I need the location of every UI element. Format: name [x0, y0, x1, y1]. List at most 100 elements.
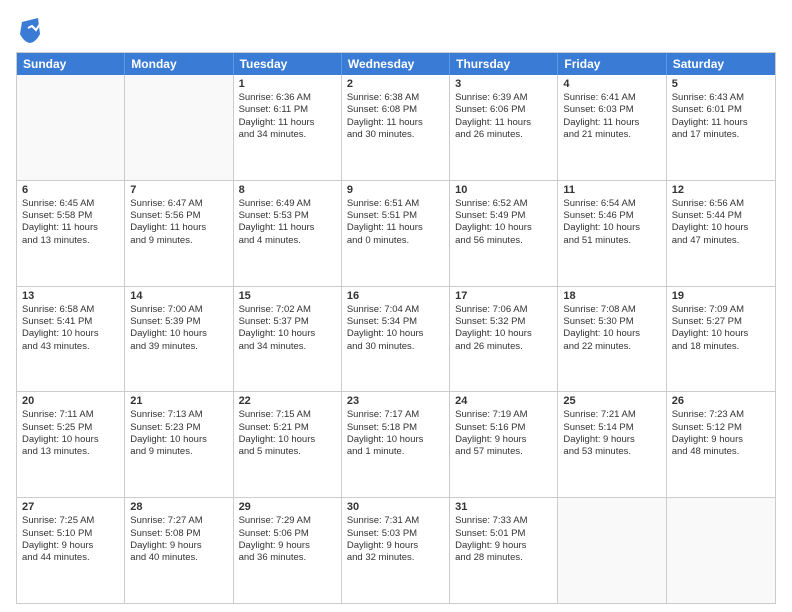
cell-text: Daylight: 11 hours: [672, 117, 770, 129]
day-cell-19: 19Sunrise: 7:09 AMSunset: 5:27 PMDayligh…: [667, 287, 775, 392]
day-cell-29: 29Sunrise: 7:29 AMSunset: 5:06 PMDayligh…: [234, 498, 342, 603]
cell-text: Sunset: 5:56 PM: [130, 210, 227, 222]
cell-text: and 26 minutes.: [455, 129, 552, 141]
cell-text: and 39 minutes.: [130, 341, 227, 353]
cell-text: and 44 minutes.: [22, 552, 119, 564]
cell-text: Sunset: 5:46 PM: [563, 210, 660, 222]
cell-text: Daylight: 10 hours: [455, 222, 552, 234]
cell-text: and 21 minutes.: [563, 129, 660, 141]
day-number: 30: [347, 501, 444, 513]
day-number: 28: [130, 501, 227, 513]
cell-text: and 13 minutes.: [22, 446, 119, 458]
day-cell-7: 7Sunrise: 6:47 AMSunset: 5:56 PMDaylight…: [125, 181, 233, 286]
cell-text: Daylight: 10 hours: [347, 434, 444, 446]
cell-text: Sunset: 5:53 PM: [239, 210, 336, 222]
cell-text: and 43 minutes.: [22, 341, 119, 353]
header-cell-monday: Monday: [125, 53, 233, 75]
day-number: 6: [22, 184, 119, 196]
cell-text: Daylight: 10 hours: [22, 434, 119, 446]
cell-text: Daylight: 9 hours: [347, 540, 444, 552]
day-number: 25: [563, 395, 660, 407]
cell-text: Sunrise: 6:38 AM: [347, 92, 444, 104]
cell-text: and 26 minutes.: [455, 341, 552, 353]
day-cell-2: 2Sunrise: 6:38 AMSunset: 6:08 PMDaylight…: [342, 75, 450, 180]
cell-text: Sunrise: 7:31 AM: [347, 515, 444, 527]
day-cell-25: 25Sunrise: 7:21 AMSunset: 5:14 PMDayligh…: [558, 392, 666, 497]
cell-text: Sunrise: 6:58 AM: [22, 304, 119, 316]
cell-text: Sunrise: 6:43 AM: [672, 92, 770, 104]
cell-text: Sunrise: 7:06 AM: [455, 304, 552, 316]
day-number: 4: [563, 78, 660, 90]
cell-text: and 18 minutes.: [672, 341, 770, 353]
day-cell-30: 30Sunrise: 7:31 AMSunset: 5:03 PMDayligh…: [342, 498, 450, 603]
cell-text: Daylight: 11 hours: [239, 222, 336, 234]
cell-text: Sunrise: 7:23 AM: [672, 409, 770, 421]
cell-text: and 47 minutes.: [672, 235, 770, 247]
day-number: 13: [22, 290, 119, 302]
day-cell-16: 16Sunrise: 7:04 AMSunset: 5:34 PMDayligh…: [342, 287, 450, 392]
cell-text: and 17 minutes.: [672, 129, 770, 141]
day-cell-4: 4Sunrise: 6:41 AMSunset: 6:03 PMDaylight…: [558, 75, 666, 180]
cell-text: Sunrise: 7:15 AM: [239, 409, 336, 421]
logo-icon: [18, 16, 42, 44]
header-cell-saturday: Saturday: [667, 53, 775, 75]
day-cell-20: 20Sunrise: 7:11 AMSunset: 5:25 PMDayligh…: [17, 392, 125, 497]
cell-text: Daylight: 10 hours: [672, 222, 770, 234]
cell-text: Daylight: 10 hours: [455, 328, 552, 340]
day-number: 31: [455, 501, 552, 513]
cell-text: Sunrise: 7:33 AM: [455, 515, 552, 527]
cell-text: Daylight: 11 hours: [347, 222, 444, 234]
header-cell-friday: Friday: [558, 53, 666, 75]
cell-text: and 9 minutes.: [130, 235, 227, 247]
cell-text: Daylight: 11 hours: [455, 117, 552, 129]
day-cell-14: 14Sunrise: 7:00 AMSunset: 5:39 PMDayligh…: [125, 287, 233, 392]
cell-text: Sunrise: 7:02 AM: [239, 304, 336, 316]
day-cell-11: 11Sunrise: 6:54 AMSunset: 5:46 PMDayligh…: [558, 181, 666, 286]
cell-text: Sunrise: 7:08 AM: [563, 304, 660, 316]
day-number: 9: [347, 184, 444, 196]
cell-text: Daylight: 9 hours: [239, 540, 336, 552]
day-cell-1: 1Sunrise: 6:36 AMSunset: 6:11 PMDaylight…: [234, 75, 342, 180]
cell-text: Sunset: 5:08 PM: [130, 528, 227, 540]
cell-text: Daylight: 9 hours: [672, 434, 770, 446]
cell-text: Daylight: 10 hours: [239, 434, 336, 446]
cell-text: Sunset: 5:34 PM: [347, 316, 444, 328]
calendar-week-5: 27Sunrise: 7:25 AMSunset: 5:10 PMDayligh…: [17, 498, 775, 603]
day-number: 26: [672, 395, 770, 407]
cell-text: Daylight: 9 hours: [455, 434, 552, 446]
cell-text: and 28 minutes.: [455, 552, 552, 564]
cell-text: Daylight: 11 hours: [563, 117, 660, 129]
cell-text: Daylight: 10 hours: [563, 328, 660, 340]
cell-text: and 56 minutes.: [455, 235, 552, 247]
cell-text: Daylight: 10 hours: [563, 222, 660, 234]
day-number: 21: [130, 395, 227, 407]
cell-text: and 13 minutes.: [22, 235, 119, 247]
cell-text: Sunrise: 6:36 AM: [239, 92, 336, 104]
cell-text: Daylight: 11 hours: [239, 117, 336, 129]
cell-text: and 40 minutes.: [130, 552, 227, 564]
day-number: 24: [455, 395, 552, 407]
cell-text: Sunset: 5:27 PM: [672, 316, 770, 328]
cell-text: Sunset: 5:06 PM: [239, 528, 336, 540]
cell-text: Daylight: 11 hours: [347, 117, 444, 129]
day-cell-17: 17Sunrise: 7:06 AMSunset: 5:32 PMDayligh…: [450, 287, 558, 392]
cell-text: Daylight: 10 hours: [130, 328, 227, 340]
calendar-header-row: SundayMondayTuesdayWednesdayThursdayFrid…: [17, 53, 775, 75]
day-number: 20: [22, 395, 119, 407]
day-cell-28: 28Sunrise: 7:27 AMSunset: 5:08 PMDayligh…: [125, 498, 233, 603]
day-number: 22: [239, 395, 336, 407]
day-number: 5: [672, 78, 770, 90]
cell-text: Sunrise: 6:51 AM: [347, 198, 444, 210]
day-number: 19: [672, 290, 770, 302]
day-cell-18: 18Sunrise: 7:08 AMSunset: 5:30 PMDayligh…: [558, 287, 666, 392]
cell-text: Daylight: 10 hours: [672, 328, 770, 340]
day-number: 12: [672, 184, 770, 196]
day-number: 18: [563, 290, 660, 302]
cell-text: Sunset: 5:25 PM: [22, 422, 119, 434]
cell-text: Sunset: 6:01 PM: [672, 104, 770, 116]
cell-text: Sunset: 5:21 PM: [239, 422, 336, 434]
day-number: 2: [347, 78, 444, 90]
cell-text: and 36 minutes.: [239, 552, 336, 564]
day-number: 29: [239, 501, 336, 513]
cell-text: and 57 minutes.: [455, 446, 552, 458]
